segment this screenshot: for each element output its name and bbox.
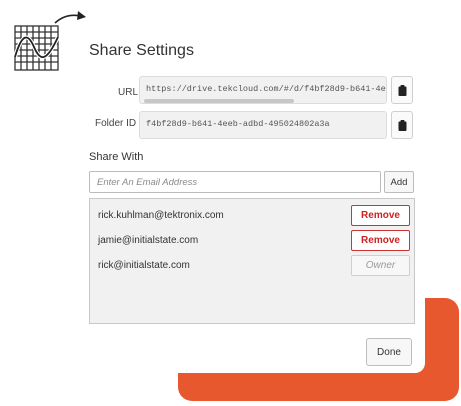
dialog-title: Share Settings [89, 42, 194, 59]
list-item: rick@initialstate.com Owner [90, 255, 414, 277]
owner-badge: Owner [351, 255, 410, 276]
url-field[interactable]: https://drive.tekcloud.com/#/d/f4bf28d9-… [139, 76, 387, 104]
grid-chart-icon [14, 25, 59, 71]
folder-id-field[interactable]: f4bf28d9-b641-4eeb-adbd-495024802a3a [139, 111, 387, 139]
shared-user-email: jamie@initialstate.com [98, 235, 199, 246]
share-with-label: Share With [89, 151, 144, 163]
done-button[interactable]: Done [366, 338, 412, 366]
add-button[interactable]: Add [384, 171, 414, 193]
folder-id-value[interactable]: f4bf28d9-b641-4eeb-adbd-495024802a3a [146, 119, 330, 129]
list-item: rick.kuhlman@tektronix.com Remove [90, 205, 414, 227]
email-input[interactable] [89, 171, 381, 193]
url-value[interactable]: https://drive.tekcloud.com/#/d/f4bf28d9-… [146, 84, 386, 94]
shared-users-list: rick.kuhlman@tektronix.com Remove jamie@… [89, 198, 415, 324]
copy-folder-id-button[interactable] [391, 111, 413, 139]
folder-id-label: Folder ID [95, 118, 137, 129]
url-label: URL [118, 87, 139, 98]
copy-url-button[interactable] [391, 76, 413, 104]
remove-button[interactable]: Remove [351, 230, 410, 251]
list-item: jamie@initialstate.com Remove [90, 230, 414, 252]
clipboard-icon [398, 119, 406, 131]
remove-button[interactable]: Remove [351, 205, 410, 226]
clipboard-icon [398, 84, 406, 96]
url-scrollbar[interactable] [144, 99, 294, 103]
shared-user-email: rick@initialstate.com [98, 260, 190, 271]
shared-user-email: rick.kuhlman@tektronix.com [98, 210, 224, 221]
share-arrow-icon [54, 11, 86, 24]
